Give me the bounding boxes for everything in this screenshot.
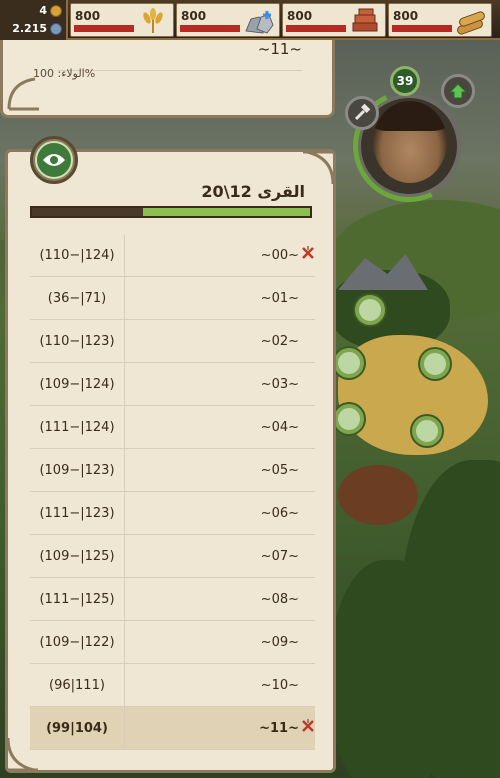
map-pit <box>338 465 418 525</box>
village-row[interactable]: (111−|125) ~08~ <box>30 578 315 621</box>
village-name: ~09~ <box>260 635 299 650</box>
village-row[interactable]: (111−|124) ~04~ <box>30 406 315 449</box>
village-coordinates: (99|104) <box>30 707 125 750</box>
building-slot[interactable] <box>334 348 364 378</box>
hero-level-badge: 39 <box>390 66 420 96</box>
gold-coin-icon <box>50 4 62 17</box>
gem-icon <box>50 22 62 35</box>
village-row[interactable]: (109−|124) ~03~ <box>30 363 315 406</box>
village-name: ~04~ <box>260 420 299 435</box>
resource-value: 800 <box>75 9 101 23</box>
eye-icon-bg <box>35 141 73 179</box>
village-coordinates: (109−|123) <box>30 449 125 492</box>
village-list[interactable]: (110−|124) ~00~ (36−|71) ~01~ (110−|123) ~02~… <box>30 234 315 750</box>
building-slot[interactable] <box>355 295 385 325</box>
village-row[interactable]: (99|104) ~11~ <box>30 707 315 750</box>
resource-value: 800 <box>287 9 313 23</box>
resource-capacity-bar <box>180 25 240 32</box>
gem-amount: 2.215 <box>12 22 47 35</box>
village-name: ~07~ <box>260 549 299 564</box>
village-row[interactable]: (109−|125) ~07~ <box>30 535 315 578</box>
building-slot[interactable] <box>412 416 442 446</box>
village-name: ~05~ <box>260 463 299 478</box>
home-arrow-icon <box>448 83 468 99</box>
village-row[interactable]: (36−|71) ~01~ <box>30 277 315 320</box>
resource-capacity-bar <box>74 25 134 32</box>
resource-capacity-bar <box>286 25 346 32</box>
building-slot[interactable] <box>334 404 364 434</box>
villages-title: القرى 12\20 <box>201 182 305 201</box>
village-coordinates: (109−|124) <box>30 363 125 406</box>
village-coordinates: (109−|125) <box>30 535 125 578</box>
resource-capacity-bar <box>392 25 452 32</box>
resource-bricks[interactable]: 800 <box>282 3 386 37</box>
gold-amount: 4 <box>39 4 47 17</box>
stone-icon <box>245 11 274 34</box>
map-forest <box>330 560 450 778</box>
resource-bar: 4 2.215 800 800 800 800 <box>0 0 500 40</box>
village-coordinates: (109−|122) <box>30 621 125 664</box>
village-coordinates: (111−|125) <box>30 578 125 621</box>
village-row[interactable]: (109−|123) ~05~ <box>30 449 315 492</box>
villages-progress-fill <box>143 208 310 216</box>
resource-value: 800 <box>393 9 419 23</box>
village-name: ~02~ <box>260 334 299 349</box>
logs-icon <box>457 11 485 35</box>
hero-hair <box>373 101 447 131</box>
village-name: ~11~ <box>259 721 299 736</box>
village-row[interactable]: (111−|123) ~06~ <box>30 492 315 535</box>
village-info-panel: ~11~ الولاء: 100% <box>0 40 335 118</box>
ornament-corner-icon <box>7 77 39 111</box>
resource-food[interactable]: 800 <box>70 3 174 37</box>
village-coordinates: (110−|123) <box>30 320 125 363</box>
village-coordinates: (111−|124) <box>30 406 125 449</box>
wheat-icon <box>143 8 163 33</box>
village-name: ~03~ <box>260 377 299 392</box>
building-slot[interactable] <box>420 349 450 379</box>
cross-mark-icon <box>302 246 314 259</box>
hero-adventure-button[interactable] <box>345 96 379 130</box>
hero-avatar[interactable] <box>373 101 447 183</box>
village-name: ~01~ <box>260 291 299 306</box>
village-name: ~06~ <box>260 506 299 521</box>
home-village-button[interactable] <box>441 74 475 108</box>
village-coordinates: (110−|124) <box>30 234 125 277</box>
resource-wood[interactable]: 800 <box>388 3 492 37</box>
village-row[interactable]: (110−|123) ~02~ <box>30 320 315 363</box>
villages-panel: القرى 12\20 (110−|124) ~00~ (36−|71) ~01~ (1… <box>5 136 336 773</box>
village-name: ~10~ <box>260 678 299 693</box>
eye-toggle-button[interactable] <box>30 136 78 184</box>
village-row[interactable]: (96|111) ~10~ <box>30 664 315 707</box>
village-name: ~11~ <box>257 40 302 58</box>
resource-stone[interactable]: 800 <box>176 3 280 37</box>
cross-mark-icon <box>302 719 314 732</box>
villages-progress-bar <box>30 206 312 218</box>
village-row[interactable]: (110−|124) ~00~ <box>30 234 315 277</box>
currency-box[interactable]: 4 2.215 <box>0 0 68 40</box>
village-row[interactable]: (109−|122) ~09~ <box>30 621 315 664</box>
village-name: ~08~ <box>260 592 299 607</box>
resource-value: 800 <box>181 9 207 23</box>
village-coordinates: (96|111) <box>30 664 125 707</box>
village-coordinates: (111−|123) <box>30 492 125 535</box>
bricks-icon <box>352 8 378 32</box>
eye-icon <box>43 154 65 166</box>
village-coordinates: (36−|71) <box>30 277 125 320</box>
village-name: ~00~ <box>260 248 299 263</box>
hammer-icon <box>354 103 371 121</box>
